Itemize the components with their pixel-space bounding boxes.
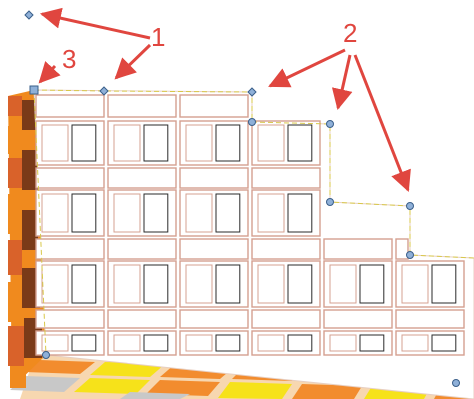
arrow-2b (331, 54, 353, 111)
wall-block (251, 260, 321, 308)
wall-block (107, 120, 177, 166)
wall-block (35, 120, 105, 166)
wall-block (251, 189, 321, 237)
wall-block (251, 309, 321, 329)
diamond-handle[interactable] (24, 10, 34, 20)
vertex-handle[interactable] (406, 251, 414, 259)
wall-block (179, 260, 249, 308)
wall-block (179, 238, 249, 260)
wall-block (107, 309, 177, 329)
vertex-handle[interactable] (452, 379, 460, 387)
wall-block (35, 309, 105, 329)
wall-block (35, 189, 105, 237)
wall-block (323, 309, 393, 329)
vertex-handle[interactable] (326, 198, 334, 206)
arrow-2a (268, 48, 346, 88)
wall-block (251, 120, 321, 166)
wall-block (179, 189, 249, 237)
wall-block (107, 189, 177, 237)
callout-label-2: 2 (343, 18, 358, 48)
wall-block (107, 94, 177, 118)
vertex-handle[interactable] (326, 120, 334, 128)
wall-block (323, 238, 393, 260)
arrow-2c (353, 54, 411, 192)
wall-block (35, 94, 105, 118)
wall-block (35, 260, 105, 308)
wall-block (179, 309, 249, 329)
wall-block (395, 260, 465, 308)
wall-block (251, 167, 321, 189)
wall-block (179, 167, 249, 189)
callout-label-3: 3 (62, 44, 77, 74)
vertex-handle[interactable] (248, 118, 256, 126)
arrow-1a (39, 7, 151, 40)
canvas-viewport[interactable]: 1 2 3 (0, 0, 474, 399)
arrow-1b (114, 43, 152, 80)
wall-block (251, 238, 321, 260)
wall-block (179, 94, 249, 118)
corner-square-handle[interactable] (29, 85, 39, 95)
wall-block (395, 309, 465, 329)
wall-block (323, 260, 393, 308)
wall-block (107, 167, 177, 189)
wall-block (107, 238, 177, 260)
wall-block (35, 167, 105, 189)
wall-block (35, 238, 105, 260)
wall-block (179, 120, 249, 166)
callout-label-1: 1 (151, 22, 166, 52)
vertex-handle[interactable] (42, 351, 50, 359)
vertex-handle[interactable] (406, 202, 414, 210)
arrow-3 (38, 61, 61, 84)
wall-block (107, 260, 177, 308)
